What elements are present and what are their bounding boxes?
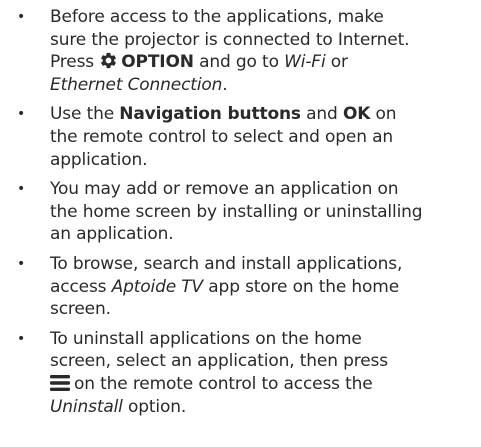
text-line: screen, select an application, then pres… [50,351,388,372]
text-line: an application. [50,224,174,245]
instruction-list: • Before access to the applications, mak… [0,6,481,418]
list-item: • You may add or remove an application o… [0,178,481,246]
list-item: • To browse, search and install applicat… [0,253,481,321]
text-line: access Aptoide TV app store on the home [50,276,400,297]
list-item: • Before access to the applications, mak… [0,6,481,96]
bullet: • [16,9,26,25]
text-line: screen. [50,299,111,320]
text-line: Use the Navigation buttons and OK on [50,104,397,125]
text-line: sure the projector is connected to Inter… [50,29,410,50]
bullet: • [16,255,26,272]
option-button-label: OPTION [121,52,194,73]
gear-icon [101,53,117,69]
list-item: • To uninstall applications on the home … [0,328,481,418]
text-line: the home screen by installing or uninsta… [50,201,423,222]
manual-page: • Before access to the applications, mak… [0,0,481,447]
list-item: • Use the Navigation buttons and OK on t… [0,103,481,171]
text-line: application. [50,149,148,170]
text-line: Ethernet Connection. [50,74,228,95]
text-line: Press OPTION and go to Wi-Fi or [50,52,348,73]
text-line: To uninstall applications on the home [50,328,362,349]
text-line: Before access to the applications, make [50,7,384,27]
bullet: • [16,181,26,198]
text-line: the remote control to select and open an [50,126,393,147]
bullet: • [16,106,26,123]
text-line: Uninstall option. [50,396,187,417]
bullet: • [16,330,26,347]
text-line: To browse, search and install applicatio… [50,253,403,274]
menu-icon [50,374,70,391]
text-line: on the remote control to access the [50,373,477,396]
text-line: You may add or remove an application on [50,179,399,200]
